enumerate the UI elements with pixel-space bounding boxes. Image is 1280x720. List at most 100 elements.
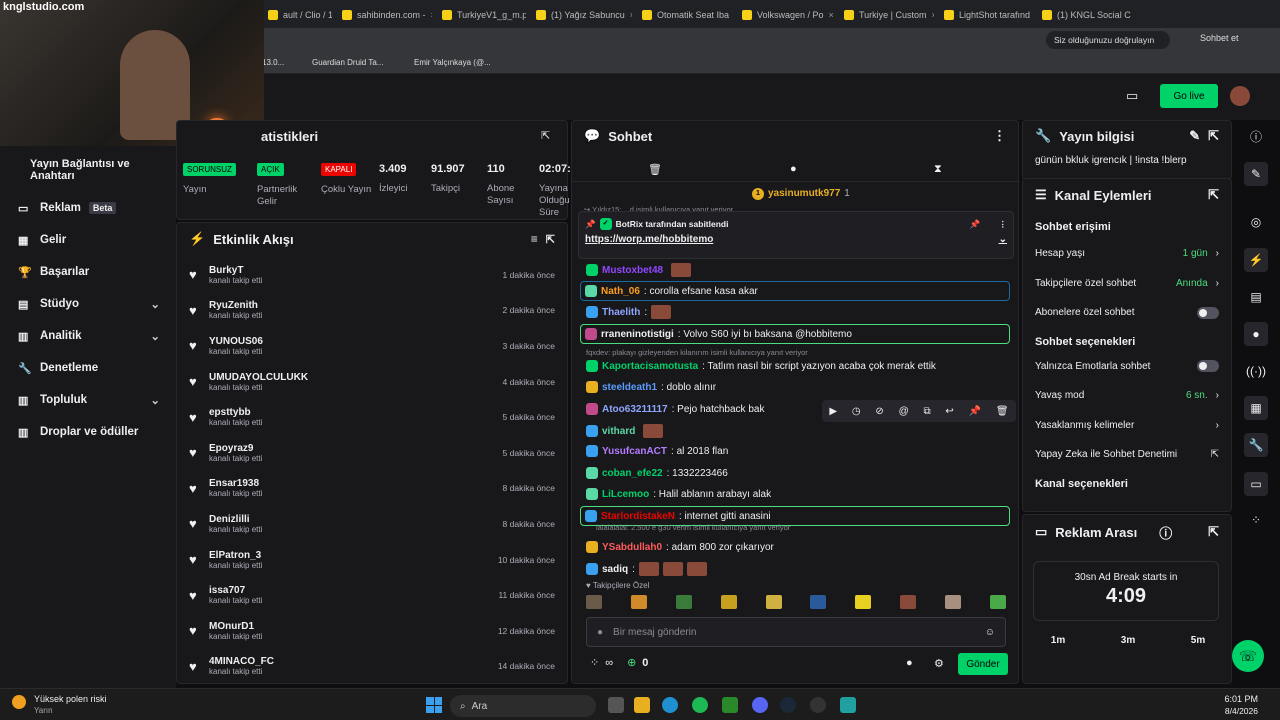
external-link-icon[interactable]: ⇱	[1211, 449, 1219, 460]
taskbar-search[interactable]: ⌕ Ara	[450, 695, 596, 717]
chat-message[interactable]: Mustoxbet48	[586, 263, 692, 277]
list-item[interactable]: ♥ MOnurD1 kanalı takip etti 12 dakika önce	[177, 613, 567, 649]
more-icon[interactable]: ⋮	[993, 128, 1006, 144]
browser-tab[interactable]: sahibinden.com - ×	[336, 4, 432, 26]
emote-icon[interactable]	[810, 595, 827, 609]
dots-icon[interactable]: ⁘	[1244, 508, 1268, 532]
more-icon[interactable]: ⋮	[999, 219, 1008, 230]
clock-date[interactable]: 8/4/2026	[1200, 706, 1258, 716]
emote-icon[interactable]	[900, 595, 917, 609]
ban-icon[interactable]: ⊘	[875, 406, 883, 417]
chat-message[interactable]: rraneninotistigi: Volvo S60 iyi bı baksa…	[580, 324, 1010, 344]
sidebar-item[interactable]: 🏆 Başarılar	[0, 256, 176, 288]
emote-icon[interactable]	[651, 305, 672, 319]
event-user[interactable]: YUNOUS06	[209, 336, 263, 347]
sidebar-item[interactable]: ▥ Topluluk ⌄	[0, 384, 176, 416]
copy-icon[interactable]: ⧉	[924, 406, 931, 417]
event-user[interactable]: UMUDAYOLCULUKK	[209, 372, 308, 383]
list-item[interactable]: ♥ Denizlilli kanalı takip etti 8 dakika önc…	[177, 506, 567, 542]
emote-icon[interactable]	[662, 562, 683, 576]
ad-length-button[interactable]: 3m	[1121, 635, 1135, 646]
event-user[interactable]: ElPatron_3	[209, 550, 262, 561]
event-user[interactable]: Epoyraz9	[209, 443, 262, 454]
trash-icon[interactable]: 🗑	[648, 163, 662, 176]
emote-icon[interactable]	[675, 595, 692, 609]
obs-icon[interactable]	[810, 697, 826, 713]
chat-username[interactable]: rraneninotistigi	[601, 329, 674, 340]
emote-icon[interactable]	[765, 595, 782, 609]
chat-message[interactable]: Nath_06: corolla efsane kasa akar	[580, 281, 1010, 301]
list-item[interactable]: ♥ 4MINACO_FC kanalı takip etti 14 dakika ön…	[177, 649, 567, 685]
chat-username[interactable]: Kaportacisamotusta	[602, 361, 698, 372]
task-view-icon[interactable]	[608, 697, 624, 713]
unpin-icon[interactable]: 📌	[970, 219, 981, 230]
chat-bubble-icon[interactable]: ●	[906, 657, 913, 669]
close-icon[interactable]: ×	[932, 10, 934, 20]
setting-row[interactable]: Hesap yaşı 1 gün ›	[1023, 239, 1231, 269]
event-user[interactable]: RyuZenith	[209, 300, 262, 311]
close-icon[interactable]: ×	[630, 10, 632, 20]
app-icon[interactable]	[722, 697, 738, 713]
chat-username[interactable]: coban_efe22	[602, 468, 663, 479]
list-item[interactable]: ♥ issa707 kanalı takip etti 11 dakika önce	[177, 577, 567, 613]
chat-username[interactable]: StarlordistakeN	[601, 511, 675, 522]
ad-length-button[interactable]: 1m	[1051, 635, 1065, 646]
chat-message[interactable]: LiLcemoo: Halil ablanın arabayı alak	[586, 488, 771, 500]
play-icon[interactable]: ▶	[829, 406, 837, 417]
clock-time[interactable]: 6:01 PM	[1208, 694, 1258, 704]
reply-icon[interactable]: ↩	[945, 406, 953, 417]
list-item[interactable]: ♥ BurkyT kanalı takip etti 1 dakika önce	[177, 257, 567, 293]
gear-icon[interactable]: ⚙	[934, 657, 944, 670]
stream-key-link[interactable]: Yayın Bağlantısı ve Anahtarı	[0, 146, 176, 182]
popout-icon[interactable]: ⇱	[546, 233, 555, 246]
chat-username[interactable]: Nath_06	[601, 286, 640, 297]
emote-icon[interactable]	[643, 424, 664, 438]
settings-dots-icon[interactable]: ⁘	[590, 656, 599, 669]
close-icon[interactable]: ×	[431, 10, 432, 20]
chevron-down-icon[interactable]: ⌄	[999, 234, 1007, 245]
sidebar-item[interactable]: ▤ Stüdyo ⌄	[0, 288, 176, 320]
hourglass-icon[interactable]: ⧗	[934, 163, 942, 176]
emote-icon[interactable]	[945, 595, 961, 609]
sidebar-item[interactable]: ▦ Gelir	[0, 224, 176, 256]
emote-icon[interactable]	[855, 595, 872, 609]
list-item[interactable]: ♥ UMUDAYOLCULUKK kanalı takip etti 4 dakika…	[177, 364, 567, 400]
spotify-icon[interactable]	[692, 697, 708, 713]
chat-input[interactable]: ● Bir mesaj gönderin ☺	[586, 617, 1006, 647]
mention-icon[interactable]: @	[899, 406, 909, 417]
emote-icon[interactable]	[989, 595, 1006, 609]
browser-tab[interactable]: (1) Yağız Sabuncu ×	[530, 4, 632, 26]
popout-icon[interactable]: ⇱	[1208, 187, 1219, 203]
close-icon[interactable]: ×	[829, 10, 834, 20]
edit-icon[interactable]: ✎	[1189, 128, 1200, 144]
wrench-icon[interactable]: 🔧	[1244, 433, 1268, 457]
list-item[interactable]: ♥ epsttybb kanalı takip etti 5 dakika önce	[177, 399, 567, 435]
chat-message[interactable]: vithard	[586, 424, 664, 438]
setting-row[interactable]: Yapay Zeka ile Sohbet Denetimi ⇱	[1023, 440, 1231, 470]
emote-icon[interactable]	[630, 595, 647, 609]
copilot-chat-button[interactable]: Sohbet et	[1200, 33, 1239, 43]
weather-text[interactable]: Yüksek polen riski	[34, 694, 107, 704]
channel-points-icon[interactable]: ⊕	[627, 656, 636, 669]
browser-tab[interactable]: Turkiye | Custom ×	[838, 4, 934, 26]
setting-row[interactable]: Yavaş mod 6 sn. ›	[1023, 381, 1231, 411]
pin-icon[interactable]: 📌	[969, 406, 981, 417]
chevron-down-icon[interactable]: ⌄	[150, 297, 160, 311]
browser-tab[interactable]: ault / Clio / 1.×	[262, 4, 332, 26]
chat-message[interactable]: Thaelith:	[586, 305, 672, 319]
list-item[interactable]: ♥ Ensar1938 kanalı takip etti 8 dakika önce	[177, 471, 567, 507]
lightning-icon[interactable]: ⚡	[1244, 248, 1268, 272]
event-user[interactable]: issa707	[209, 585, 262, 596]
window-icon[interactable]: ▭	[1244, 472, 1268, 496]
emote-icon[interactable]	[586, 595, 602, 609]
chat-username[interactable]: steeldeath1	[602, 382, 657, 393]
go-live-button[interactable]: Go live	[1160, 84, 1218, 108]
verify-identity-button[interactable]: Siz olduğunuzu doğrulayın	[1046, 31, 1170, 49]
start-icon[interactable]	[426, 697, 442, 713]
ad-length-button[interactable]: 5m	[1191, 635, 1205, 646]
clock-icon[interactable]: ◷	[852, 406, 861, 417]
chevron-right-icon[interactable]: ›	[1216, 248, 1219, 259]
info-icon[interactable]: ⓘ	[1159, 523, 1172, 542]
list-item[interactable]: ♥ YUNOUS06 kanalı takip etti 3 dakika önce	[177, 328, 567, 364]
app-icon[interactable]	[840, 697, 856, 713]
